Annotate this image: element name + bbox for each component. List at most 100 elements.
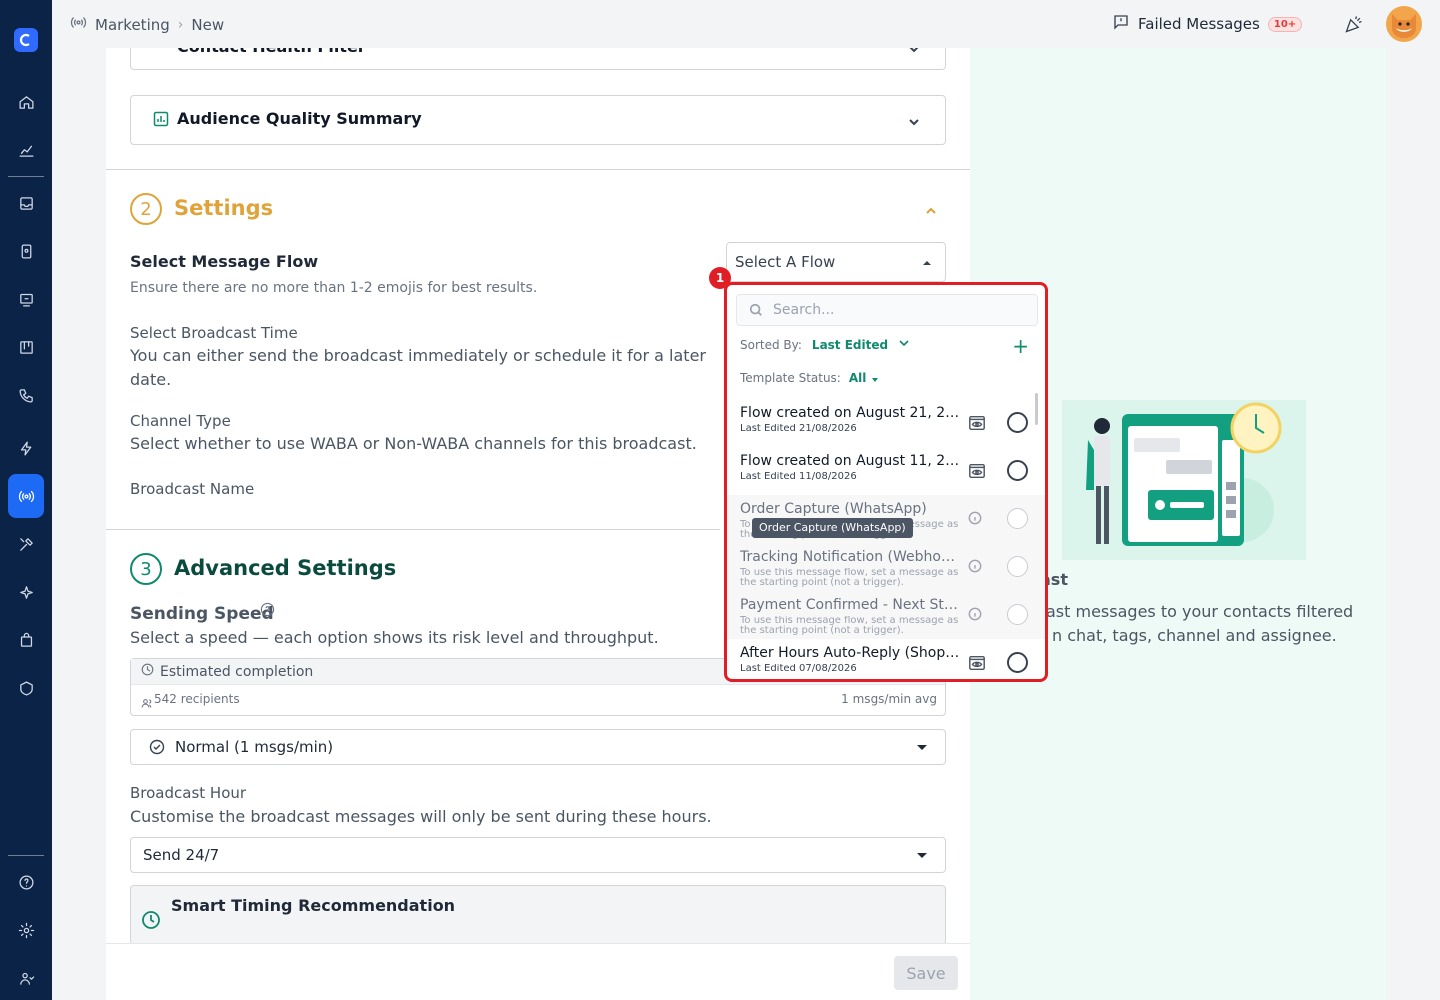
flow-radio bbox=[1007, 604, 1028, 625]
caret-down-icon bbox=[917, 853, 927, 858]
failed-messages-button[interactable]: Failed Messages 10+ bbox=[1112, 13, 1303, 35]
flow-radio[interactable] bbox=[1007, 460, 1028, 481]
caret-up-icon bbox=[923, 261, 931, 265]
broadcast-hour-label: Broadcast Hour bbox=[130, 784, 247, 802]
smart-timing-box: Smart Timing Recommendation bbox=[130, 885, 946, 945]
caret-down-icon bbox=[917, 745, 927, 750]
sending-speed-select[interactable]: Normal (1 msgs/min) bbox=[130, 729, 946, 765]
flow-select-value: Select A Flow bbox=[735, 253, 836, 271]
tools-icon[interactable] bbox=[8, 526, 44, 562]
breadcrumb-current: New bbox=[191, 15, 225, 34]
avatar[interactable] bbox=[1386, 6, 1422, 42]
users-icon bbox=[141, 694, 153, 713]
audience-quality-summary-accordion[interactable]: Audience Quality Summary bbox=[130, 95, 946, 145]
failed-messages-label: Failed Messages bbox=[1138, 15, 1260, 33]
preview-icon[interactable] bbox=[968, 462, 986, 480]
broadcast-icon bbox=[70, 14, 87, 35]
avg-rate: 1 msgs/min avg bbox=[841, 692, 937, 706]
flow-search-input[interactable]: Search... bbox=[736, 294, 1038, 326]
marketing-icon[interactable] bbox=[8, 474, 44, 518]
save-bar: Save bbox=[106, 943, 970, 1000]
sidebar-divider bbox=[8, 855, 44, 856]
step-number-advanced: 3 bbox=[130, 553, 162, 585]
flow-option-title: Order Capture (WhatsApp) bbox=[740, 501, 927, 517]
info-icon[interactable] bbox=[968, 606, 986, 624]
home-icon[interactable] bbox=[8, 84, 44, 120]
preview-icon[interactable] bbox=[968, 654, 986, 672]
sending-speed-desc: Select a speed — each option shows its r… bbox=[130, 628, 659, 647]
alert-message-icon bbox=[1112, 13, 1130, 35]
info-icon[interactable] bbox=[968, 558, 986, 576]
phone-icon[interactable] bbox=[8, 377, 44, 413]
flow-radio[interactable] bbox=[1007, 652, 1028, 673]
automation-icon[interactable] bbox=[8, 430, 44, 466]
template-status-value[interactable]: All bbox=[849, 371, 879, 385]
sending-speed-label: Sending Speed bbox=[130, 604, 274, 624]
breadcrumb-root[interactable]: Marketing bbox=[95, 16, 170, 34]
broadcast-time-desc: You can either send the broadcast immedi… bbox=[130, 346, 706, 389]
integrations-icon[interactable] bbox=[8, 670, 44, 706]
chevron-up-icon[interactable] bbox=[924, 203, 938, 217]
broadcast-time-label: Select Broadcast Time bbox=[130, 324, 298, 342]
broadcast-hour-select[interactable]: Send 24/7 bbox=[130, 837, 946, 873]
help-circle-icon[interactable] bbox=[260, 602, 275, 621]
chevron-down-icon bbox=[907, 48, 921, 55]
flow-radio bbox=[1007, 556, 1028, 577]
channel-type-desc: Select whether to use WABA or Non-WABA c… bbox=[130, 434, 697, 453]
template-status-label: Template Status: bbox=[740, 371, 841, 385]
message-flow-label: Select Message Flow bbox=[130, 252, 319, 271]
message-flow-desc: Ensure there are no more than 1-2 emojis… bbox=[130, 280, 538, 296]
sidebar-divider bbox=[8, 176, 44, 177]
team-icon[interactable] bbox=[8, 960, 44, 996]
estimated-completion-label: Estimated completion bbox=[160, 663, 314, 680]
commerce-icon[interactable] bbox=[8, 622, 44, 658]
chevron-down-icon[interactable] bbox=[898, 337, 910, 352]
failed-count-badge: 10+ bbox=[1267, 16, 1303, 32]
audience-quality-summary-title: Audience Quality Summary bbox=[177, 109, 422, 128]
board-icon[interactable] bbox=[8, 329, 44, 365]
sorted-by-label: Sorted By: bbox=[740, 337, 802, 352]
flow-option[interactable]: Flow created on August 11, 2026 Last Edit… bbox=[727, 447, 1045, 495]
settings-gear-icon[interactable] bbox=[8, 912, 44, 948]
flow-tooltip: Order Capture (WhatsApp) bbox=[752, 518, 913, 538]
right-panel-desc-1: ast messages to your contacts filtered bbox=[1046, 602, 1354, 621]
save-button[interactable]: Save bbox=[894, 956, 958, 990]
broadcast-list-icon[interactable] bbox=[8, 281, 44, 317]
bar-chart-icon bbox=[153, 111, 169, 131]
flow-option[interactable]: After Hours Auto-Reply (Shopify) Last Edi… bbox=[727, 639, 1045, 679]
add-flow-button[interactable]: + bbox=[1012, 334, 1029, 358]
contact-health-filter-accordion[interactable]: Contact Health Filter bbox=[130, 48, 946, 70]
flow-option-subtitle: Last Edited 21/08/2026 bbox=[740, 424, 857, 434]
ai-sparkle-icon[interactable] bbox=[8, 574, 44, 610]
flow-option[interactable]: Flow created on August 21, 2026 Last Edit… bbox=[727, 399, 1045, 447]
sort-row: Sorted By: Last Edited bbox=[740, 337, 910, 352]
flow-option-title: Flow created on August 11, 2026 bbox=[740, 453, 962, 469]
preview-icon[interactable] bbox=[968, 414, 986, 432]
template-status-row: Template Status: All bbox=[740, 371, 879, 385]
flow-option-subtitle: Last Edited 11/08/2026 bbox=[740, 472, 857, 482]
chevron-right-icon: › bbox=[177, 16, 184, 33]
flow-select[interactable]: Select A Flow bbox=[726, 242, 946, 282]
sorted-by-value[interactable]: Last Edited bbox=[812, 338, 888, 352]
flow-radio[interactable] bbox=[1007, 412, 1028, 433]
help-icon[interactable] bbox=[8, 864, 44, 900]
flow-option-subtitle: To use this message flow, set a message … bbox=[740, 616, 959, 636]
inbox-icon[interactable] bbox=[8, 185, 44, 221]
party-popper-icon[interactable] bbox=[1344, 14, 1364, 34]
contacts-icon[interactable] bbox=[8, 233, 44, 269]
broadcast-hour-value: Send 24/7 bbox=[143, 846, 220, 864]
flow-radio bbox=[1007, 508, 1028, 529]
annotation-marker: 1 bbox=[709, 267, 731, 289]
app-logo[interactable] bbox=[14, 28, 38, 52]
right-panel-desc-2: n chat, tags, channel and assignee. bbox=[1052, 626, 1337, 645]
search-icon bbox=[749, 303, 762, 316]
flow-option: Payment Confirmed - Next Steps To use thi… bbox=[727, 591, 1045, 639]
clock-icon bbox=[141, 910, 161, 934]
analytics-icon[interactable] bbox=[8, 132, 44, 168]
flow-option-subtitle: Last Edited 07/08/2026 bbox=[740, 664, 857, 674]
info-icon[interactable] bbox=[968, 510, 986, 528]
recipients-count: 542 recipients bbox=[154, 692, 240, 706]
step-number-settings: 2 bbox=[130, 193, 162, 225]
flow-option-title: Flow created on August 21, 2026 bbox=[740, 405, 962, 421]
top-bar: Marketing › New Failed Messages 10+ bbox=[52, 0, 1440, 48]
